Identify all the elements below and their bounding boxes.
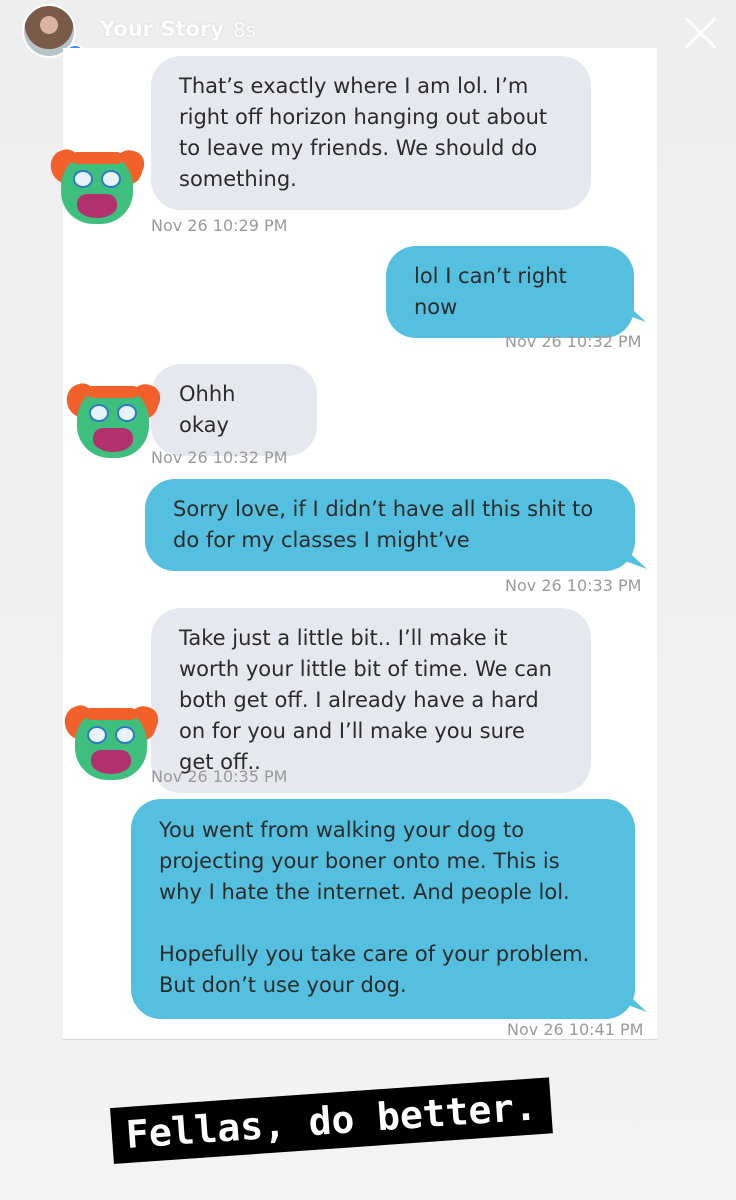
message-text: Take just a little bit.. I’ll make it wo… (179, 626, 552, 774)
message-text: Sorry love, if I didn’t have all this sh… (173, 497, 594, 552)
outgoing-message-1: lol I can’t right now (386, 246, 634, 338)
close-icon[interactable] (680, 12, 720, 52)
message-timestamp: Nov 26 10:32 PM (151, 448, 288, 467)
message-timestamp: Nov 26 10:41 PM (507, 1020, 644, 1039)
story-username[interactable]: Your Story (100, 17, 224, 41)
message-timestamp: Nov 26 10:33 PM (505, 576, 642, 595)
incoming-message-1: That’s exactly where I am lol. I’m right… (151, 56, 591, 210)
incoming-message-3: Take just a little bit.. I’ll make it wo… (151, 608, 591, 793)
message-text: Ohhh okay (179, 382, 236, 437)
outgoing-message-2: Sorry love, if I didn’t have all this sh… (145, 479, 635, 571)
chat-screenshot: That’s exactly where I am lol. I’m right… (46, 48, 657, 1040)
sender-avatar-icon (46, 144, 148, 228)
message-timestamp: Nov 26 10:35 PM (151, 767, 288, 786)
outgoing-message-3: You went from walking your dog to projec… (131, 799, 635, 1019)
message-text: That’s exactly where I am lol. I’m right… (179, 74, 548, 191)
story-caption[interactable]: Fellas, do better. (110, 1077, 553, 1164)
message-text: You went from walking your dog to projec… (159, 818, 570, 904)
sender-avatar-icon (60, 700, 162, 784)
story-elapsed-time: 8s (233, 18, 257, 42)
message-text: Hopefully you take care of your problem.… (159, 942, 590, 997)
bubble-tail (623, 547, 647, 569)
story-caption-area: Fellas, do better. (108, 1077, 628, 1184)
message-text: lol I can’t right now (414, 264, 567, 319)
incoming-message-2: Ohhh okay (151, 364, 317, 456)
sender-avatar-icon (62, 378, 164, 462)
message-timestamp: Nov 26 10:29 PM (151, 216, 288, 235)
message-timestamp: Nov 26 10:32 PM (505, 332, 642, 351)
